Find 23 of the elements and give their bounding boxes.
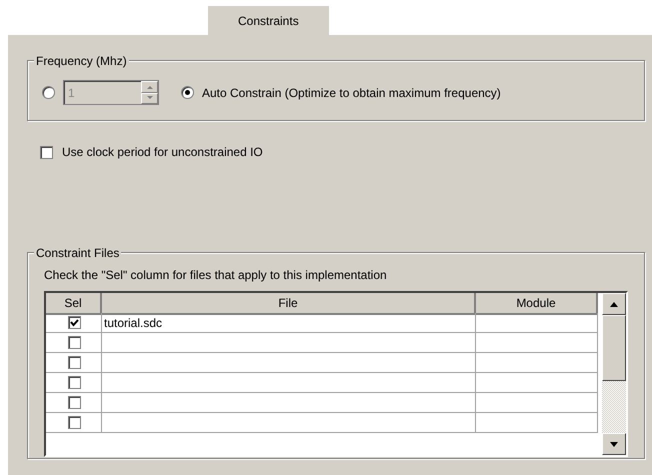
column-header[interactable]: Module: [476, 293, 598, 315]
down-arrow-icon: [610, 442, 618, 446]
up-arrow-icon: [610, 302, 618, 306]
radio-button[interactable]: [181, 86, 194, 99]
checkmark-icon: [70, 318, 79, 326]
scroll-up-button[interactable]: [602, 293, 626, 315]
checkbox[interactable]: [68, 356, 81, 369]
tab[interactable]: Constraints: [208, 6, 329, 35]
checkbox[interactable]: [68, 376, 81, 389]
scrollbar[interactable]: [602, 293, 626, 455]
checkbox-label: Use clock period for unconstrained IO: [62, 144, 263, 161]
checkbox[interactable]: [68, 416, 81, 429]
column-header[interactable]: Sel: [46, 293, 102, 315]
hint-text: Check the "Sel" column for files that apply to this implementation: [44, 268, 387, 282]
checkbox[interactable]: [68, 316, 81, 329]
scroll-thumb[interactable]: [602, 315, 626, 381]
column-header[interactable]: File: [102, 293, 476, 315]
checkbox[interactable]: [68, 396, 81, 409]
scroll-down-button[interactable]: [602, 433, 626, 455]
radio-label: Auto Constrain (Optimize to obtain maximum frequency): [202, 84, 501, 102]
checkbox[interactable]: [68, 336, 81, 349]
table-cell: tutorial.sdc: [102, 313, 476, 333]
checkbox[interactable]: [40, 146, 53, 158]
